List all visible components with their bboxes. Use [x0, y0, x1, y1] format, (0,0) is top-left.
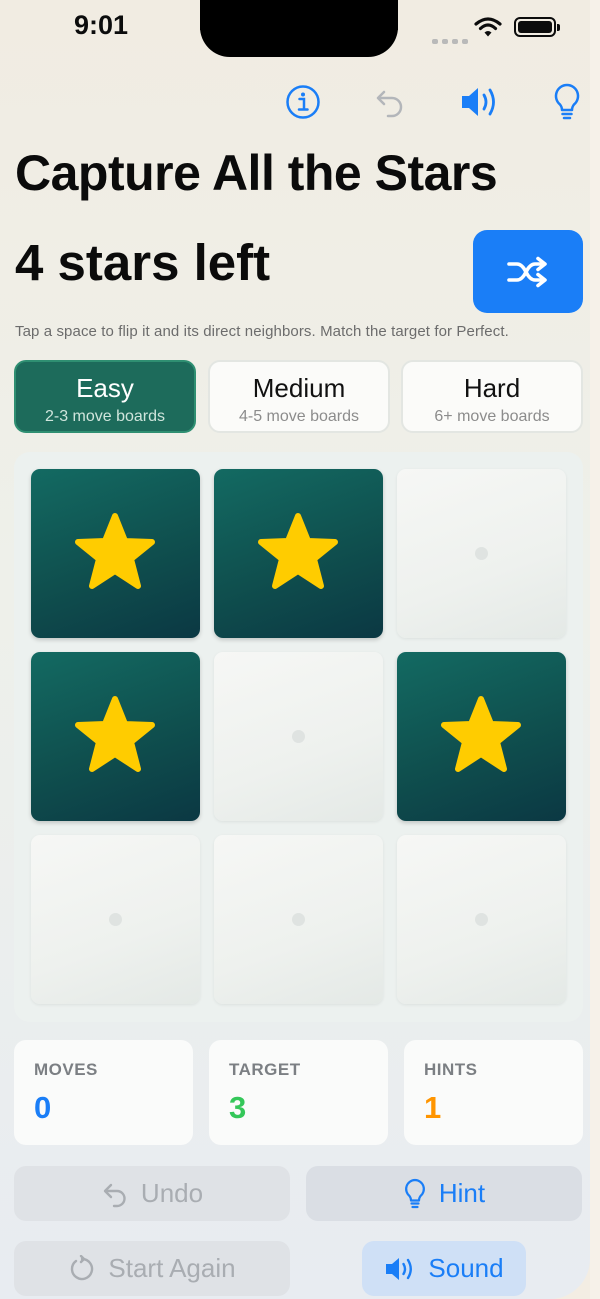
- board-tile-star[interactable]: [214, 469, 383, 638]
- empty-dot: [109, 913, 122, 926]
- hints-stat-card: HINTS 1: [404, 1040, 583, 1145]
- star-icon: [441, 696, 521, 772]
- star-icon: [258, 513, 338, 589]
- difficulty-hard[interactable]: Hard 6+ move boards: [401, 360, 583, 433]
- app-screen: 9:01 Capture All the Stars 4 stars left …: [0, 0, 590, 1299]
- instructions-text: Tap a space to flip it and its direct ne…: [15, 323, 509, 340]
- info-circle-icon: [286, 85, 320, 119]
- star-icon: [75, 696, 155, 772]
- difficulty-subtitle: 6+ move boards: [434, 408, 550, 425]
- star-icon: [75, 513, 155, 589]
- toolbar-sound-button[interactable]: [458, 80, 502, 124]
- target-value: 3: [229, 1090, 247, 1125]
- hint-button[interactable]: Hint: [306, 1166, 582, 1221]
- difficulty-name: Medium: [252, 373, 346, 403]
- sound-button[interactable]: Sound: [362, 1241, 526, 1296]
- undo-button[interactable]: Undo: [14, 1166, 290, 1221]
- target-stat-card: TARGET 3: [209, 1040, 388, 1145]
- shuffle-icon: [507, 256, 547, 287]
- difficulty-name: Hard: [463, 373, 521, 403]
- start-again-button[interactable]: Start Again: [14, 1241, 290, 1296]
- undo-arrow-icon: [376, 90, 403, 118]
- game-board: [14, 452, 583, 1022]
- empty-dot: [475, 547, 488, 560]
- board-tile-star[interactable]: [397, 652, 566, 821]
- info-button[interactable]: [281, 80, 325, 124]
- board-tile-empty[interactable]: [214, 835, 383, 1004]
- stars-left-counter: 4 stars left: [15, 234, 271, 291]
- board-tile-star[interactable]: [31, 652, 200, 821]
- moves-label: MOVES: [34, 1060, 98, 1079]
- empty-dot: [475, 913, 488, 926]
- toolbar-undo-button[interactable]: [368, 80, 412, 124]
- hint-label: Hint: [438, 1178, 486, 1208]
- shuffle-button[interactable]: [473, 230, 583, 313]
- speaker-wave-icon: [384, 1255, 416, 1283]
- dynamic-island: [200, 0, 398, 57]
- board-tile-empty[interactable]: [31, 835, 200, 1004]
- moves-stat-card: MOVES 0: [14, 1040, 193, 1145]
- difficulty-easy[interactable]: Easy 2-3 move boards: [14, 360, 196, 433]
- screen-edge: [590, 0, 600, 1299]
- difficulty-name: Easy: [76, 373, 134, 403]
- difficulty-subtitle: 4-5 move boards: [238, 408, 360, 425]
- lightbulb-icon: [554, 83, 580, 120]
- empty-dot: [292, 913, 305, 926]
- battery-icon: [514, 17, 560, 37]
- hints-value: 1: [424, 1090, 442, 1125]
- hints-label: HINTS: [424, 1060, 478, 1079]
- page-title: Capture All the Stars: [15, 145, 498, 201]
- toolbar-hint-button[interactable]: [545, 80, 589, 124]
- restart-arrow-icon: [68, 1254, 96, 1283]
- target-label: TARGET: [229, 1060, 301, 1079]
- difficulty-subtitle: 2-3 move boards: [44, 408, 166, 425]
- sound-label: Sound: [428, 1253, 504, 1283]
- status-time: 9:01: [74, 10, 129, 40]
- undo-arrow-icon: [101, 1180, 129, 1208]
- difficulty-medium[interactable]: Medium 4-5 move boards: [208, 360, 390, 433]
- moves-value: 0: [34, 1090, 52, 1125]
- speaker-wave-icon: [462, 88, 495, 116]
- empty-dot: [292, 730, 305, 743]
- wifi-icon: [474, 16, 502, 43]
- start-again-label: Start Again: [108, 1253, 236, 1283]
- undo-label: Undo: [140, 1178, 204, 1208]
- board-tile-star[interactable]: [31, 469, 200, 638]
- board-tile-empty[interactable]: [397, 469, 566, 638]
- lightbulb-icon: [403, 1178, 427, 1210]
- board-tile-empty[interactable]: [214, 652, 383, 821]
- cellular-signal-icon: [432, 31, 472, 49]
- board-tile-empty[interactable]: [397, 835, 566, 1004]
